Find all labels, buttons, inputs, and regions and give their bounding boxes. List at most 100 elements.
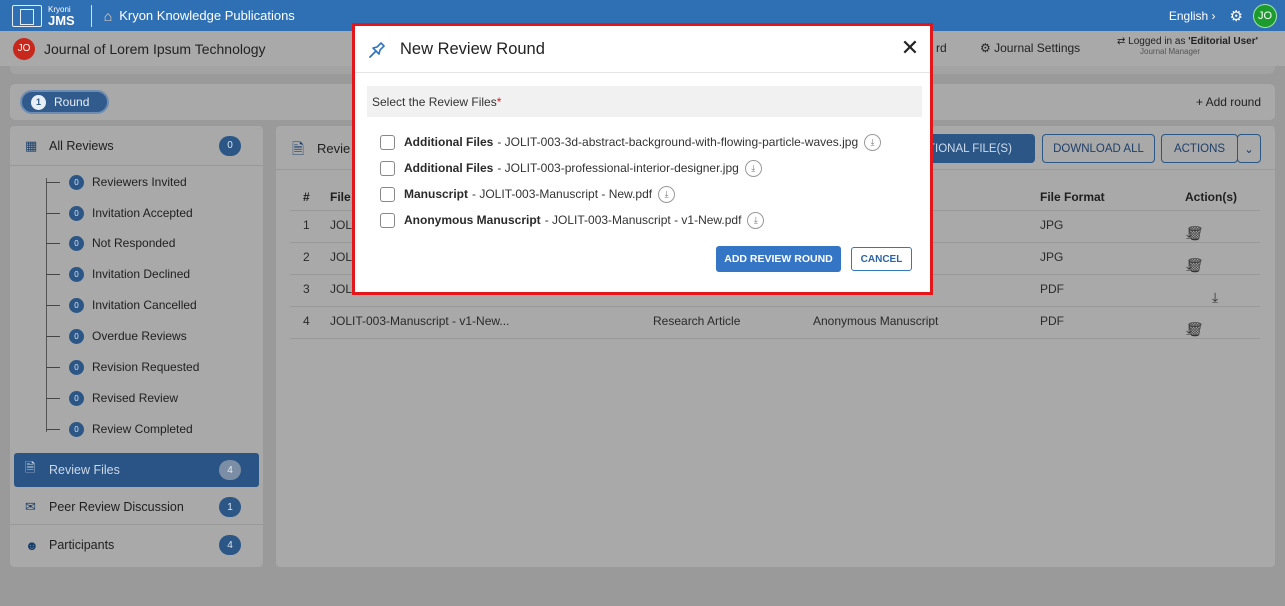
- count-badge: 0: [69, 359, 84, 375]
- file-option[interactable]: Manuscript - JOLIT-003-Manuscript - New.…: [380, 184, 676, 204]
- count-badge: 0: [69, 297, 84, 313]
- dashboard-link[interactable]: rd: [936, 41, 947, 55]
- add-round-button[interactable]: + Add round: [1196, 95, 1261, 109]
- tree-dash: [46, 428, 60, 430]
- file-checkbox[interactable]: [380, 134, 395, 150]
- publication-name[interactable]: Kryon Knowledge Publications: [119, 8, 295, 23]
- sidebar-item-not-responded[interactable]: 0 Not Responded: [46, 233, 175, 253]
- all-reviews-label: All Reviews: [49, 138, 114, 153]
- language-selector[interactable]: English ›: [1169, 9, 1216, 23]
- new-review-round-dialog: New Review Round ✕ Select the Review Fil…: [352, 23, 933, 295]
- chevron-down-icon[interactable]: ⌄: [1237, 134, 1261, 163]
- row-file[interactable]: JOL: [330, 218, 352, 232]
- col-actions: Action(s): [1185, 190, 1237, 204]
- download-icon[interactable]: ⤓: [744, 159, 762, 177]
- download-icon[interactable]: ⤓: [747, 211, 765, 229]
- sidebar-item-participants[interactable]: ☻ Participants 4: [10, 528, 263, 562]
- dialog-header: New Review Round ✕: [355, 26, 930, 73]
- logo-big-text: JMS: [48, 13, 75, 28]
- download-icon[interactable]: ⤓: [658, 185, 676, 203]
- trash-icon[interactable]: 🗑: [1186, 225, 1210, 242]
- file-option[interactable]: Additional Files - JOLIT-003-professiona…: [380, 158, 762, 178]
- file-option[interactable]: Additional Files - JOLIT-003-3d-abstract…: [380, 132, 882, 152]
- sidebar-item-all-reviews[interactable]: ▦ All Reviews 0: [10, 126, 263, 166]
- user-avatar[interactable]: JO: [1253, 3, 1277, 28]
- sidebar-item-invitation-declined[interactable]: 0 Invitation Declined: [46, 264, 190, 284]
- sidebar-item-review-files[interactable]: 🗎 Review Files 4: [14, 453, 259, 487]
- app-logo[interactable]: Kryoni JMS: [12, 0, 75, 31]
- sidebar-divider: [10, 524, 263, 525]
- file-type: Anonymous Manuscript: [404, 213, 541, 227]
- people-icon: ☻: [25, 537, 39, 553]
- row-number: 3: [303, 282, 310, 296]
- home-icon[interactable]: ⌂: [104, 8, 112, 24]
- tree-dash: [46, 242, 60, 244]
- logged-in-user[interactable]: ⇄ Logged in as 'Editorial User' Journal …: [1117, 36, 1258, 56]
- tree-dash: [46, 181, 60, 183]
- actions-button[interactable]: ACTIONS: [1161, 134, 1238, 163]
- file-name: - JOLIT-003-Manuscript - v1-New.pdf: [544, 213, 742, 227]
- count-badge: 0: [69, 421, 84, 437]
- peer-review-label: Peer Review Discussion: [49, 500, 184, 514]
- sidebar-item-revised-review[interactable]: 0 Revised Review: [46, 388, 178, 408]
- row-number: 2: [303, 250, 310, 264]
- row-format: PDF: [1040, 314, 1064, 328]
- file-name: - JOLIT-003-3d-abstract-background-with-…: [497, 135, 859, 149]
- tree-dash: [46, 335, 60, 337]
- row-format: PDF: [1040, 282, 1064, 296]
- close-icon[interactable]: ✕: [899, 37, 921, 60]
- file-type: Additional Files: [404, 135, 494, 149]
- review-files-icon: 🗎: [292, 141, 305, 158]
- row-file[interactable]: JOL: [330, 250, 352, 264]
- count-badge: 0: [69, 205, 84, 221]
- file-checkbox[interactable]: [380, 160, 395, 176]
- participants-count: 4: [219, 535, 241, 555]
- file-checkbox[interactable]: [380, 212, 395, 228]
- file-name: - JOLIT-003-professional-interior-design…: [497, 161, 739, 175]
- row-number: 4: [303, 314, 310, 328]
- sub-item-label: Invitation Accepted: [92, 206, 193, 220]
- sidebar-item-peer-review-discussion[interactable]: ✉ Peer Review Discussion 1: [10, 490, 263, 524]
- count-badge: 0: [69, 390, 84, 406]
- round-tab[interactable]: 1 Round: [20, 90, 109, 114]
- row-component: Anonymous Manuscript: [813, 314, 939, 328]
- count-badge: 0: [69, 328, 84, 344]
- review-files-count: 4: [219, 460, 241, 480]
- sidebar-item-overdue-reviews[interactable]: 0 Overdue Reviews: [46, 326, 187, 346]
- dialog-title: New Review Round: [400, 40, 545, 58]
- sub-item-label: Overdue Reviews: [92, 329, 187, 343]
- sidebar-item-revision-requested[interactable]: 0 Revision Requested: [46, 357, 199, 377]
- trash-icon[interactable]: 🗑: [1186, 257, 1210, 274]
- row-format: JPG: [1040, 250, 1064, 264]
- logo-book-icon: [12, 4, 42, 27]
- sub-item-label: Revision Requested: [92, 360, 200, 374]
- file-option[interactable]: Anonymous Manuscript - JOLIT-003-Manuscr…: [380, 210, 765, 230]
- row-file[interactable]: JOL: [330, 282, 352, 296]
- all-reviews-count: 0: [219, 135, 241, 156]
- cancel-button[interactable]: CANCEL: [851, 247, 912, 271]
- download-icon[interactable]: ⤓: [864, 133, 882, 151]
- download-all-button[interactable]: DOWNLOAD ALL: [1042, 134, 1155, 163]
- sub-item-label: Invitation Cancelled: [92, 298, 197, 312]
- journal-settings-label: Journal Settings: [994, 41, 1081, 55]
- logged-in-prefix: Logged in as: [1128, 36, 1189, 47]
- reviews-list-icon: ▦: [25, 137, 38, 153]
- download-icon[interactable]: ⤓: [1212, 289, 1224, 306]
- row-file[interactable]: JOLIT-003-Manuscript - v1-New...: [330, 314, 509, 328]
- gear-icon[interactable]: ⚙: [1230, 7, 1243, 25]
- file-checkbox[interactable]: [380, 186, 395, 202]
- sidebar-item-invitation-accepted[interactable]: 0 Invitation Accepted: [46, 203, 193, 223]
- sidebar-item-reviewers-invited[interactable]: 0 Reviewers Invited: [46, 172, 187, 192]
- journal-settings-link[interactable]: ⚙ Journal Settings: [980, 41, 1080, 55]
- sidebar-item-review-completed[interactable]: 0 Review Completed: [46, 419, 193, 439]
- tree-dash: [46, 273, 60, 275]
- round-label: Round: [54, 95, 90, 109]
- file-name: - JOLIT-003-Manuscript - New.pdf: [472, 187, 653, 201]
- sidebar-item-invitation-cancelled[interactable]: 0 Invitation Cancelled: [46, 295, 197, 315]
- add-review-round-button[interactable]: ADD REVIEW ROUND: [716, 246, 841, 272]
- count-badge: 0: [69, 235, 84, 251]
- logged-in-role: 'Editorial User': [1188, 36, 1259, 47]
- row-type: Research Article: [653, 314, 741, 328]
- journal-title[interactable]: Journal of Lorem Ipsum Technology: [44, 41, 266, 57]
- trash-icon[interactable]: 🗑: [1186, 321, 1210, 338]
